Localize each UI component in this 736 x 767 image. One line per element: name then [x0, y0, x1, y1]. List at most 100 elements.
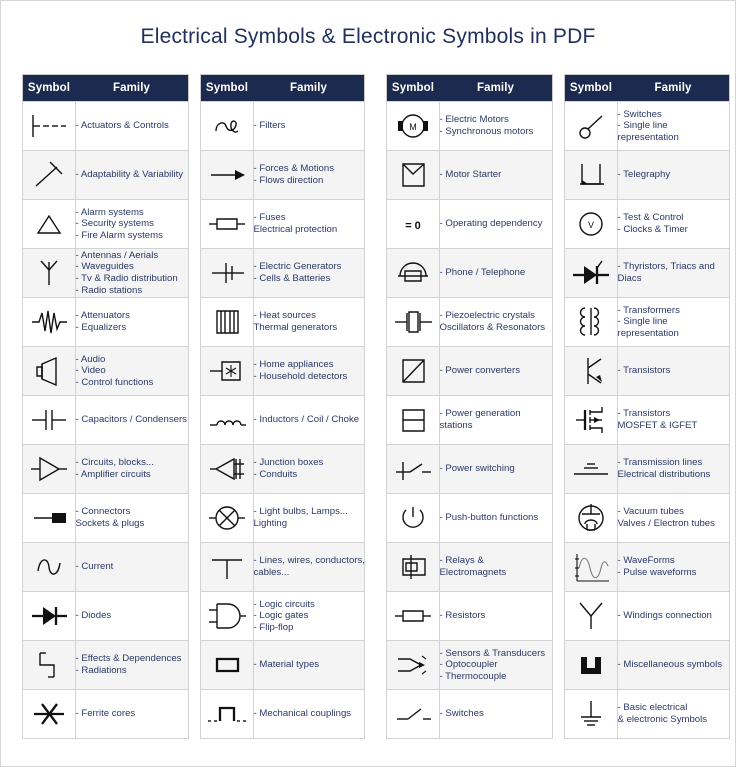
family-line: - Single line: [617, 316, 668, 328]
family-description: - Logic circuits - Logic gates - Flip-flop: [252, 591, 365, 641]
header-row: Symbol Family: [386, 74, 553, 102]
family-line: - Test & Control: [617, 212, 684, 224]
family-description: - Test & Control - Clocks & Timer: [616, 199, 730, 249]
family-line: - Video: [75, 365, 106, 377]
table-group-left: Symbol Family - Actuators & Controls - Ad…: [22, 74, 365, 739]
table-row: - Push-button functions: [386, 493, 553, 543]
family-line: Diacs: [617, 273, 642, 284]
table-row: - Electric Generators - Cells & Batteries: [200, 248, 365, 298]
alternating-current-symbol: [22, 542, 76, 592]
table-gap: [553, 74, 564, 739]
table-row: - Light bulbs, Lamps... Lighting: [200, 493, 365, 543]
diode-symbol: [22, 591, 76, 641]
actuators-controls-symbol: [22, 101, 76, 151]
table-row: - Miscellaneous symbols: [564, 640, 730, 690]
family-line: - Switches: [439, 708, 484, 720]
family-description: - Alarm systems - Security systems - Fire …: [74, 199, 189, 249]
family-description: - Operating dependency: [438, 199, 553, 249]
table-row: - Lines, wires, conductors, cables...: [200, 542, 365, 592]
family-line: - Power switching: [439, 463, 515, 475]
family-line: - Sensors & Transducers: [439, 647, 546, 659]
svg-text:M: M: [409, 122, 417, 132]
table-row: - Relays & Electromagnets: [386, 542, 553, 592]
table-row: - Actuators & Controls: [22, 101, 189, 151]
family-line: representation: [617, 327, 679, 339]
table-row: - Connectors Sockets & plugs: [22, 493, 189, 543]
family-line: - Capacitors / Condensers: [75, 414, 187, 426]
family-line: - Circuits, blocks...: [75, 457, 154, 469]
family-line: representation: [617, 131, 679, 143]
table-2-header: Symbol Family: [200, 74, 365, 102]
family-description: - Electric Motors - Synchronous motors: [438, 101, 553, 151]
earth-ground-symbol: [564, 689, 618, 739]
family-line: - Push-button functions: [439, 512, 539, 524]
piezoelectric-crystal-symbol: [386, 297, 440, 347]
amplifier-symbol: [22, 444, 76, 494]
transistor-symbol: [564, 346, 618, 396]
family-line: Oscillators & Resonators: [439, 322, 546, 333]
family-description: - Transistors: [616, 346, 730, 396]
family-line: - Power generation: [439, 408, 521, 420]
table-row: - Home appliances - Household detectors: [200, 346, 365, 396]
family-description: - Vacuum tubes Valves / Electron tubes: [616, 493, 730, 543]
material-type-symbol: [200, 640, 254, 690]
table-row: - Transformers - Single line representatio…: [564, 297, 730, 347]
family-line: cables...: [253, 567, 290, 578]
switch-symbol: [386, 689, 440, 739]
electric-motor-symbol: M: [386, 101, 440, 151]
table-4-header: Symbol Family: [564, 74, 730, 102]
family-description: - Heat sources Thermal generators: [252, 297, 365, 347]
family-line: - Connectors: [75, 506, 131, 518]
family-description: - Power switching: [438, 444, 553, 494]
family-line: - Transistors: [617, 365, 671, 377]
family-line: - Cells & Batteries: [253, 273, 331, 284]
family-line: - Synchronous motors: [439, 126, 534, 137]
header-family: Family: [617, 74, 730, 102]
family-line: - Transmission lines: [617, 457, 703, 469]
family-line: - Control functions: [75, 376, 154, 388]
family-line: - Diodes: [75, 610, 112, 622]
header-row: Symbol Family: [200, 74, 365, 102]
table-row: - Resistors: [386, 591, 553, 641]
inductor-coil-symbol: [200, 395, 254, 445]
table-row: - Adaptability & Variability: [22, 150, 189, 200]
family-line: - Home appliances: [253, 359, 334, 371]
header-symbol: Symbol: [386, 74, 439, 102]
antenna-symbol: [22, 248, 76, 298]
symbol-tables-area: Symbol Family - Actuators & Controls - Ad…: [22, 74, 730, 754]
family-line: - Basic electrical: [617, 702, 688, 714]
svg-text:= 0: = 0: [405, 220, 421, 232]
svg-text:V: V: [588, 220, 594, 230]
table-row: - Filters: [200, 101, 365, 151]
family-line: Electromagnets: [439, 567, 507, 578]
family-line: - Effects & Dependences: [75, 653, 182, 665]
mosfet-symbol: [564, 395, 618, 445]
table-row: - Transmission lines Electrical distribut…: [564, 444, 730, 494]
family-line: - Mechanical couplings: [253, 708, 352, 720]
attenuator-symbol: [22, 297, 76, 347]
voltmeter-symbol: V: [564, 199, 618, 249]
family-line: - Amplifier circuits: [75, 469, 151, 480]
header-symbol: Symbol: [22, 74, 75, 102]
family-line: & electronic Symbols: [617, 714, 708, 725]
power-converter-symbol: [386, 346, 440, 396]
table-row: = 0 - Operating dependency: [386, 199, 553, 249]
symbol-table-3: Symbol Family M - Electric Motors - Synchr…: [386, 74, 553, 739]
family-line: - Miscellaneous symbols: [617, 659, 723, 671]
family-description: - Audio - Video - Control functions: [74, 346, 189, 396]
power-switching-symbol: [386, 444, 440, 494]
miscellaneous-symbol: [564, 640, 618, 690]
mechanical-coupling-symbol: [200, 689, 254, 739]
header-row: Symbol Family: [22, 74, 189, 102]
family-line: - Flip-flop: [253, 621, 294, 633]
table-group-right: Symbol Family M - Electric Motors - Synchr…: [386, 74, 730, 739]
family-description: - Transistors MOSFET & IGFET: [616, 395, 730, 445]
family-description: - Circuits, blocks... - Amplifier circuit…: [74, 444, 189, 494]
lamp-symbol: [200, 493, 254, 543]
wire-junction-symbol: [200, 542, 254, 592]
family-line: - Telegraphy: [617, 169, 671, 181]
family-description: - Material types: [252, 640, 365, 690]
table-row: - Motor Starter: [386, 150, 553, 200]
family-line: - WaveForms: [617, 555, 675, 567]
page-title: Electrical Symbols & Electronic Symbols …: [140, 25, 596, 48]
